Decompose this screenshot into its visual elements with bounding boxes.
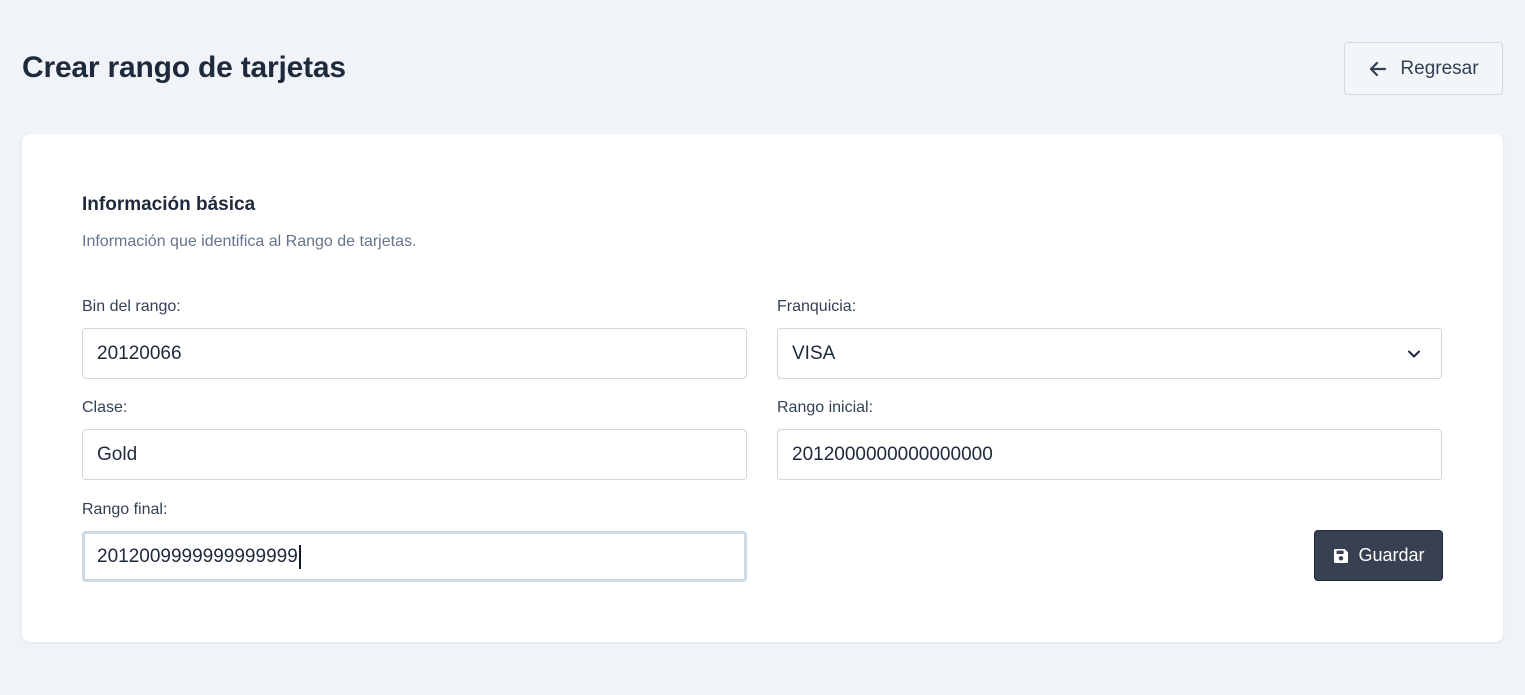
franquicia-field-group: Franquicia: VISA bbox=[777, 296, 1442, 379]
bin-input[interactable]: 20120066 bbox=[82, 328, 747, 379]
bin-input-value: 20120066 bbox=[97, 342, 182, 364]
back-button[interactable]: Regresar bbox=[1344, 42, 1503, 95]
franquicia-select-value: VISA bbox=[792, 342, 836, 364]
page-title: Crear rango de tarjetas bbox=[22, 51, 346, 84]
clase-label: Clase: bbox=[82, 399, 128, 416]
clase-field-group: Clase: Gold bbox=[82, 397, 747, 480]
page: Crear rango de tarjetas Regresar Informa… bbox=[0, 0, 1525, 695]
rango-final-input-value: 2012009999999999999 bbox=[97, 545, 298, 567]
rango-inicial-label: Rango inicial: bbox=[777, 399, 874, 416]
franquicia-select[interactable]: VISA bbox=[777, 328, 1442, 379]
form-card: Información básica Información que ident… bbox=[22, 134, 1503, 642]
rango-inicial-input[interactable]: 2012000000000000000 bbox=[777, 429, 1442, 480]
text-caret bbox=[298, 544, 301, 569]
save-button-label: Guardar bbox=[1358, 545, 1425, 565]
arrow-left-icon bbox=[1368, 59, 1388, 79]
chevron-down-icon bbox=[1405, 345, 1423, 363]
bin-label: Bin del rango: bbox=[82, 298, 181, 315]
rango-final-field-group: Rango final: 2012009999999999999 bbox=[82, 499, 747, 582]
bin-field-group: Bin del rango: 20120066 bbox=[82, 296, 747, 379]
section-title: Información básica bbox=[82, 194, 256, 215]
rango-final-input[interactable]: 2012009999999999999 bbox=[82, 531, 747, 582]
back-button-label: Regresar bbox=[1400, 57, 1479, 79]
rango-inicial-field-group: Rango inicial: 2012000000000000000 bbox=[777, 397, 1442, 480]
rango-final-label: Rango final: bbox=[82, 501, 168, 518]
rango-inicial-input-value: 2012000000000000000 bbox=[792, 443, 993, 465]
floppy-disk-icon bbox=[1332, 547, 1350, 565]
clase-input-value: Gold bbox=[97, 443, 138, 465]
save-button[interactable]: Guardar bbox=[1314, 530, 1443, 581]
franquicia-label: Franquicia: bbox=[777, 298, 857, 315]
clase-input[interactable]: Gold bbox=[82, 429, 747, 480]
section-description: Información que identifica al Rango de t… bbox=[82, 233, 417, 250]
